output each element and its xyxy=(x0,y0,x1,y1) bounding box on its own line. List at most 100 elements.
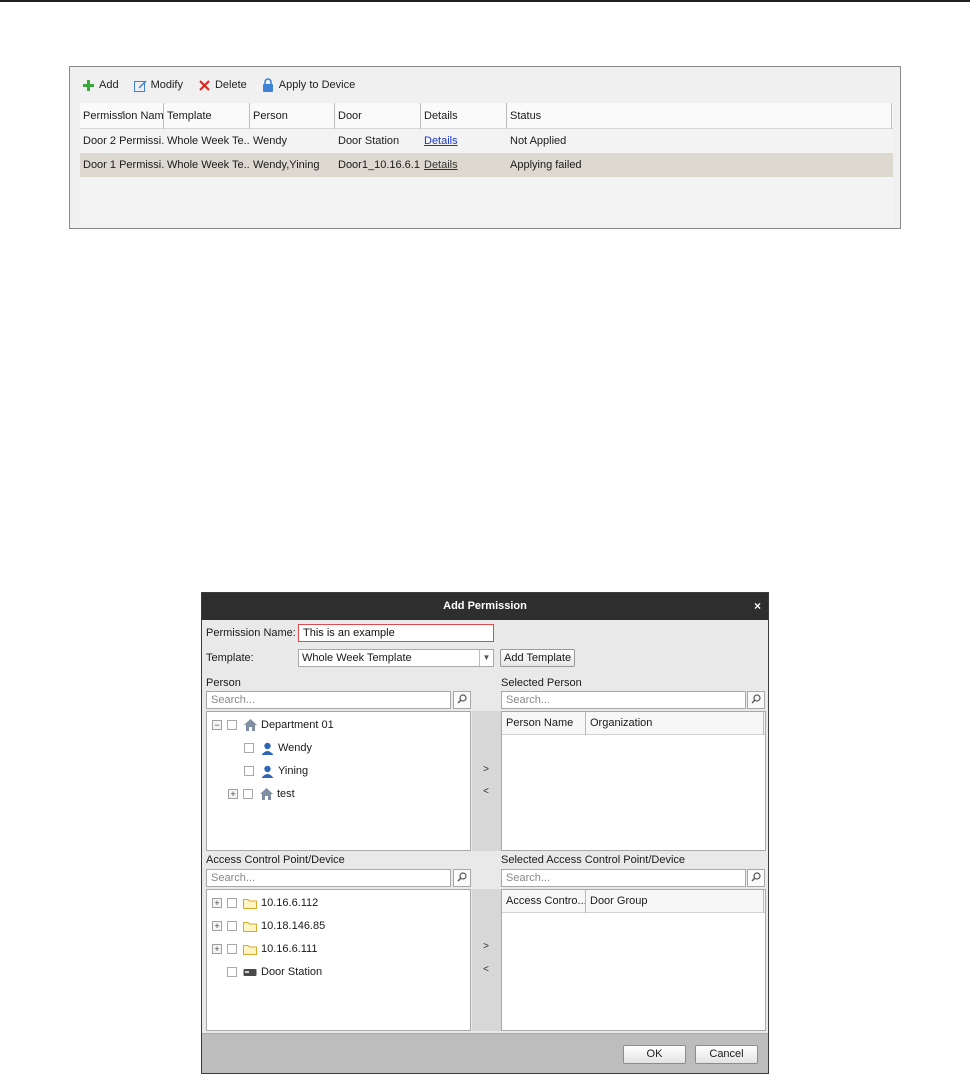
selected-person-table: Person Name Organization xyxy=(501,711,766,851)
column-header-template[interactable]: Template xyxy=(164,103,250,129)
device-search-input[interactable]: Search... xyxy=(206,869,451,887)
delete-button-label: Delete xyxy=(214,79,247,91)
tree-item-label: Wendy xyxy=(278,742,313,754)
expand-icon[interactable]: + xyxy=(212,898,222,908)
plus-icon xyxy=(82,79,95,92)
apply-to-device-label: Apply to Device xyxy=(278,79,356,91)
selected-person-search-input[interactable]: Search... xyxy=(501,691,746,709)
page-top-rule xyxy=(0,0,970,2)
checkbox[interactable] xyxy=(227,921,237,931)
remove-device-button[interactable]: < xyxy=(471,963,501,977)
checkbox[interactable] xyxy=(244,743,254,753)
person-icon xyxy=(260,741,274,755)
checkbox[interactable] xyxy=(227,898,237,908)
table-row[interactable]: Door 2 Permissi... Whole Week Te... Wend… xyxy=(80,129,893,153)
column-header-details[interactable]: Details xyxy=(421,103,507,129)
tree-item-wendy[interactable]: Wendy xyxy=(244,740,312,756)
device-section-label: Access Control Point/Device xyxy=(206,854,345,866)
ok-button[interactable]: OK xyxy=(623,1045,686,1064)
house-icon xyxy=(243,718,257,732)
expand-icon[interactable]: + xyxy=(228,789,238,799)
tree-item-department[interactable]: − Department 01 xyxy=(212,717,334,733)
tree-item-label: 10.16.6.112 xyxy=(261,897,319,909)
permission-name-input[interactable] xyxy=(298,624,494,642)
details-link[interactable]: Details xyxy=(424,135,458,147)
modify-button[interactable]: Modify xyxy=(133,79,183,92)
tree-item-door-station[interactable]: Door Station xyxy=(227,964,322,980)
lock-icon xyxy=(262,78,275,92)
tree-item-label: test xyxy=(277,788,295,800)
checkbox[interactable] xyxy=(227,944,237,954)
tree-item-test[interactable]: + test xyxy=(228,786,295,802)
edit-icon xyxy=(133,79,147,92)
tree-item-yining[interactable]: Yining xyxy=(244,763,308,779)
checkbox[interactable] xyxy=(227,720,237,730)
column-header-person[interactable]: Person xyxy=(250,103,335,129)
table-row[interactable]: Door 1 Permissi... Whole Week Te... Wend… xyxy=(80,153,893,177)
person-search-input[interactable]: Search... xyxy=(206,691,451,709)
device-icon xyxy=(243,965,257,979)
tree-item-device[interactable]: + 10.18.146.85 xyxy=(212,918,325,934)
expand-icon[interactable]: + xyxy=(212,944,222,954)
column-header-organization[interactable]: Organization xyxy=(586,712,764,735)
close-icon[interactable]: × xyxy=(754,593,761,620)
cell-person: Wendy,Yining xyxy=(253,159,320,171)
permission-table: ▼ Permission Name Template Person Door D… xyxy=(80,103,893,223)
person-section-label: Person xyxy=(206,677,241,689)
apply-to-device-button[interactable]: Apply to Device xyxy=(262,78,356,92)
selected-person-table-header: Person Name Organization xyxy=(502,712,765,735)
details-link[interactable]: Details xyxy=(424,159,458,171)
selected-device-search-input[interactable]: Search... xyxy=(501,869,746,887)
selected-device-label: Selected Access Control Point/Device xyxy=(501,854,686,866)
selected-person-search-button[interactable] xyxy=(747,691,765,709)
modify-button-label: Modify xyxy=(150,79,183,91)
cancel-button[interactable]: Cancel xyxy=(695,1045,758,1064)
add-person-button[interactable]: > xyxy=(471,763,501,777)
cell-status: Not Applied xyxy=(510,135,567,147)
checkbox[interactable] xyxy=(243,789,253,799)
column-header-permission-name[interactable]: ▼ Permission Name xyxy=(80,103,164,129)
column-header-door-group[interactable]: Door Group xyxy=(586,890,764,913)
checkbox[interactable] xyxy=(227,967,237,977)
cell-permission-name: Door 1 Permissi... xyxy=(83,159,164,171)
column-header-door[interactable]: Door xyxy=(335,103,421,129)
template-label: Template: xyxy=(206,652,254,664)
tree-item-device[interactable]: + 10.16.6.112 xyxy=(212,895,318,911)
person-transfer-gutter xyxy=(472,711,501,851)
permission-toolbar: Add Modify Delete Apply to Device xyxy=(70,67,900,103)
dialog-footer: OK Cancel xyxy=(202,1033,768,1073)
add-button-label: Add xyxy=(99,79,119,91)
collapse-icon[interactable]: − xyxy=(212,720,222,730)
add-button[interactable]: Add xyxy=(82,79,119,92)
delete-button[interactable]: Delete xyxy=(198,79,247,92)
cell-permission-name: Door 2 Permissi... xyxy=(83,135,164,147)
add-template-button[interactable]: Add Template xyxy=(500,649,576,667)
cell-details: Details xyxy=(421,129,507,153)
add-device-button[interactable]: > xyxy=(471,940,501,954)
person-icon xyxy=(260,764,274,778)
dialog-title: Add Permission xyxy=(443,600,527,612)
remove-person-button[interactable]: < xyxy=(471,785,501,799)
house-icon xyxy=(259,787,273,801)
tree-item-device[interactable]: + 10.16.6.111 xyxy=(212,941,317,957)
selected-device-search-button[interactable] xyxy=(747,869,765,887)
chevron-down-icon: ▼ xyxy=(479,650,493,666)
folder-icon xyxy=(243,942,257,956)
column-header-access-control-point[interactable]: Access Contro... xyxy=(502,890,586,913)
search-icon xyxy=(457,693,467,707)
checkbox[interactable] xyxy=(244,766,254,776)
folder-icon xyxy=(243,919,257,933)
add-permission-dialog: Add Permission × Permission Name: Templa… xyxy=(201,592,769,1074)
expand-icon[interactable]: + xyxy=(212,921,222,931)
selected-person-label: Selected Person xyxy=(501,677,582,689)
device-search-button[interactable] xyxy=(453,869,471,887)
tree-item-label: Department 01 xyxy=(261,719,334,731)
search-icon xyxy=(751,871,761,885)
person-search-button[interactable] xyxy=(453,691,471,709)
column-header-status[interactable]: Status xyxy=(507,103,892,129)
folder-icon xyxy=(243,896,257,910)
column-header-person-name[interactable]: Person Name xyxy=(502,712,586,735)
template-select[interactable]: Whole Week Template ▼ xyxy=(298,649,494,667)
cell-door: Door1_10.16.6.1... xyxy=(338,159,421,171)
device-tree: + 10.16.6.112 + 10.18.146.85 + 10.16.6.1… xyxy=(206,889,471,1031)
